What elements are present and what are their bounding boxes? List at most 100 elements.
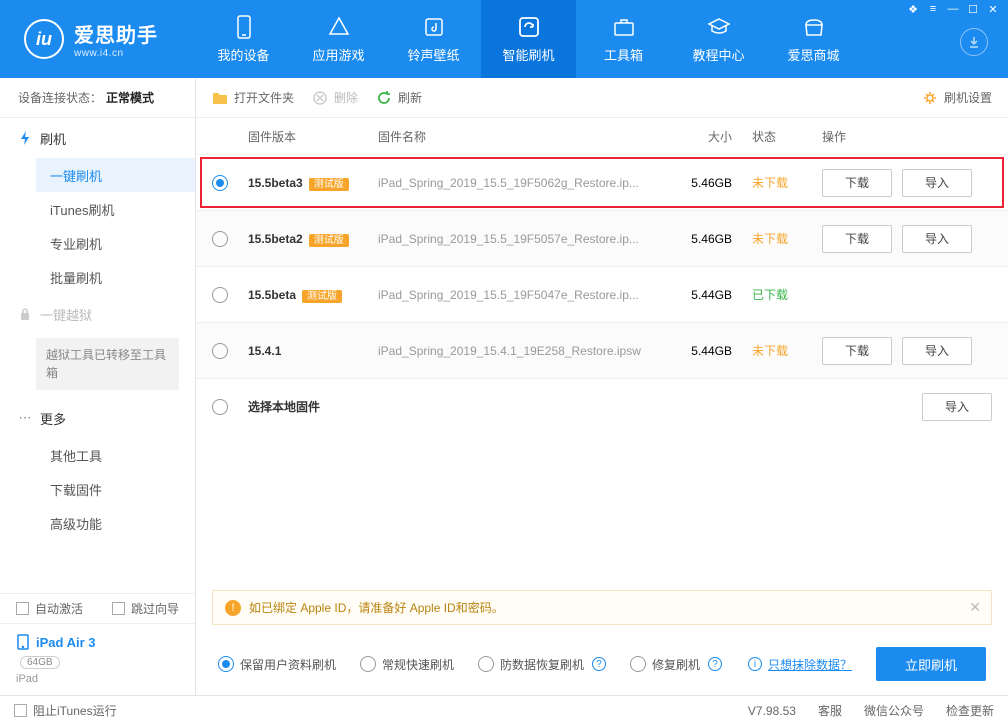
nav-label: 爱思商城 <box>787 45 839 64</box>
app-header: ❖ ≡ — ☐ ✕ iu 爱思助手 www.i4.cn 我的设备 应用游戏 铃声… <box>0 0 1008 78</box>
beta-tag: 测试版 <box>302 290 342 303</box>
block-itunes-label: 阻止iTunes运行 <box>33 702 117 719</box>
opt-normal[interactable]: 常规快速刷机 <box>360 656 454 673</box>
sidebar-more-header[interactable]: ⋯ 更多 <box>0 398 195 438</box>
open-folder-button[interactable]: 打开文件夹 <box>212 89 294 106</box>
minimize-icon[interactable]: — <box>944 0 962 18</box>
maximize-icon[interactable]: ☐ <box>964 0 982 18</box>
status-bar: 阻止iTunes运行 V7.98.53 客服 微信公众号 检查更新 <box>0 695 1008 725</box>
th-status: 状态 <box>752 128 822 145</box>
import-button[interactable]: 导入 <box>902 169 972 197</box>
nav-label: 工具箱 <box>604 45 643 64</box>
erase-link-text: 只想抹除数据？ <box>768 656 852 673</box>
nav-my-device[interactable]: 我的设备 <box>196 0 291 78</box>
firmware-row[interactable]: 选择本地固件导入 <box>196 378 1008 434</box>
gear-icon <box>922 90 938 106</box>
firmware-row[interactable]: 15.5beta2测试版iPad_Spring_2019_15.5_19F505… <box>196 210 1008 266</box>
sidebar: 设备连接状态： 正常模式 刷机 一键刷机 iTunes刷机 专业刷机 批量刷机 <box>0 78 196 695</box>
lock-icon <box>18 307 32 321</box>
check-update-link[interactable]: 检查更新 <box>946 702 994 719</box>
connection-status: 设备连接状态： 正常模式 <box>0 78 195 118</box>
firmware-version: 15.5beta <box>248 288 296 302</box>
brand-name: 爱思助手 <box>74 19 158 48</box>
sidebar-item-advanced[interactable]: 高级功能 <box>36 506 195 540</box>
sidebar-group-title: 刷机 <box>40 129 66 148</box>
settings-dots-icon[interactable]: ❖ <box>904 0 922 18</box>
firmware-row[interactable]: 15.5beta3测试版iPad_Spring_2019_15.5_19F506… <box>196 154 1008 210</box>
radio-select[interactable] <box>212 343 228 359</box>
firmware-version: 15.4.1 <box>248 344 281 358</box>
logo-area: iu 爱思助手 www.i4.cn <box>0 0 196 78</box>
firmware-row[interactable]: 15.4.1 iPad_Spring_2019_15.4.1_19E258_Res… <box>196 322 1008 378</box>
radio-select[interactable] <box>212 287 228 303</box>
delete-button: 删除 <box>312 89 358 106</box>
nav-apps[interactable]: 应用游戏 <box>291 0 386 78</box>
radio-icon <box>360 656 376 672</box>
radio-select[interactable] <box>212 399 228 415</box>
download-button[interactable]: 下载 <box>822 169 892 197</box>
tb-label: 刷新 <box>398 89 422 106</box>
opt-keep-data[interactable]: 保留用户资料刷机 <box>218 656 336 673</box>
sidebar-item-itunes[interactable]: iTunes刷机 <box>36 192 195 226</box>
support-link[interactable]: 客服 <box>818 702 842 719</box>
checkbox-auto-activate[interactable] <box>16 602 29 615</box>
nav-label: 智能刷机 <box>502 45 554 64</box>
opt-anti-recovery[interactable]: 防数据恢复刷机? <box>478 656 606 673</box>
wechat-link[interactable]: 微信公众号 <box>864 702 924 719</box>
nav-store[interactable]: 爱思商城 <box>766 0 861 78</box>
refresh-button[interactable]: 刷新 <box>376 89 422 106</box>
firmware-size: 5.46GB <box>672 232 752 246</box>
radio-select[interactable] <box>212 175 228 191</box>
sidebar-item-other[interactable]: 其他工具 <box>36 438 195 472</box>
sidebar-item-download[interactable]: 下载固件 <box>36 472 195 506</box>
sidebar-item-batch[interactable]: 批量刷机 <box>36 260 195 294</box>
download-button[interactable]: 下载 <box>822 225 892 253</box>
import-button[interactable]: 导入 <box>902 337 972 365</box>
nav-label: 应用游戏 <box>312 45 364 64</box>
firmware-name: iPad_Spring_2019_15.5_19F5057e_Restore.i… <box>378 232 672 246</box>
firmware-name: iPad_Spring_2019_15.4.1_19E258_Restore.i… <box>378 344 672 358</box>
connection-value: 正常模式 <box>106 89 154 106</box>
import-button[interactable]: 导入 <box>922 393 992 421</box>
th-name: 固件名称 <box>378 128 672 145</box>
window-controls: ❖ ≡ — ☐ ✕ <box>904 0 1002 18</box>
close-notice-icon[interactable]: ✕ <box>969 599 981 616</box>
firmware-name: iPad_Spring_2019_15.5_19F5062g_Restore.i… <box>378 176 672 190</box>
nav-tutorials[interactable]: 教程中心 <box>671 0 766 78</box>
refresh-icon <box>517 15 541 39</box>
download-button[interactable]: 下载 <box>822 337 892 365</box>
import-button[interactable]: 导入 <box>902 225 972 253</box>
opt-label: 保留用户资料刷机 <box>240 656 336 673</box>
flash-icon <box>18 131 32 145</box>
close-icon[interactable]: ✕ <box>984 0 1002 18</box>
menu-icon[interactable]: ≡ <box>924 0 942 18</box>
firmware-size: 5.46GB <box>672 176 752 190</box>
nav-flash[interactable]: 智能刷机 <box>481 0 576 78</box>
checkbox-skip-guide[interactable] <box>112 602 125 615</box>
radio-select[interactable] <box>212 231 228 247</box>
firmware-status: 未下载 <box>752 174 822 191</box>
help-icon[interactable]: ? <box>708 657 722 671</box>
tablet-icon <box>16 634 30 650</box>
flash-settings-button[interactable]: 刷机设置 <box>922 89 992 106</box>
phone-icon <box>232 15 256 39</box>
sidebar-item-onekey[interactable]: 一键刷机 <box>36 158 195 192</box>
firmware-size: 5.44GB <box>672 288 752 302</box>
sidebar-jailbreak-header: 一键越狱 <box>0 294 195 334</box>
top-nav: 我的设备 应用游戏 铃声壁纸 智能刷机 工具箱 教程中心 爱思商城 <box>196 0 1008 78</box>
sidebar-item-pro[interactable]: 专业刷机 <box>36 226 195 260</box>
flash-now-button[interactable]: 立即刷机 <box>876 647 986 681</box>
nav-ringtones[interactable]: 铃声壁纸 <box>386 0 481 78</box>
download-progress-icon[interactable] <box>960 28 988 56</box>
firmware-row[interactable]: 15.5beta测试版iPad_Spring_2019_15.5_19F5047… <box>196 266 1008 322</box>
nav-toolbox[interactable]: 工具箱 <box>576 0 671 78</box>
checkbox-block-itunes[interactable] <box>14 704 27 717</box>
opt-repair[interactable]: 修复刷机? <box>630 656 722 673</box>
graduation-icon <box>707 15 731 39</box>
sidebar-flash-header[interactable]: 刷机 <box>0 118 195 158</box>
erase-link[interactable]: i只想抹除数据？ <box>746 656 852 673</box>
beta-tag: 测试版 <box>309 234 349 247</box>
device-capacity: 64GB <box>20 656 60 669</box>
delete-icon <box>312 90 328 106</box>
help-icon[interactable]: ? <box>592 657 606 671</box>
